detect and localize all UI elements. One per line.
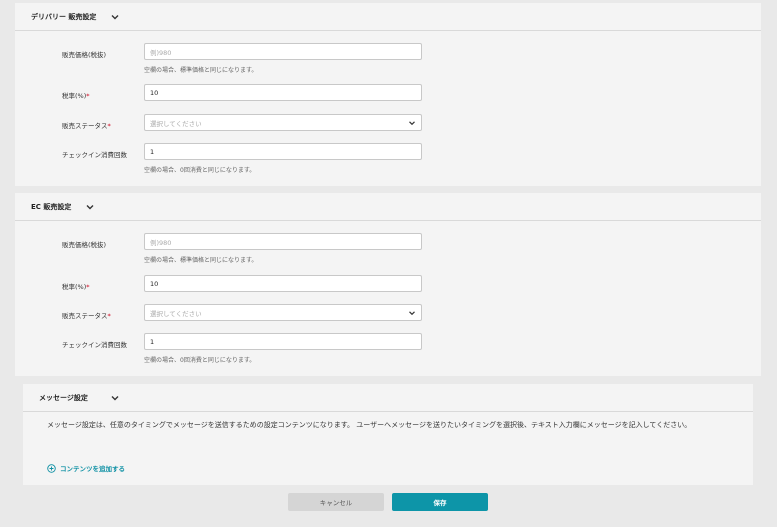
delivery-checkin-label: チェックイン消費回数 — [62, 151, 127, 159]
delivery-status-label: 販売ステータス* — [62, 122, 111, 130]
message-settings-title: メッセージ設定 — [39, 393, 88, 402]
ec-price-hint: 空欄の場合、標準価格と同じになります。 — [144, 257, 258, 264]
add-content-label: コンテンツを追加する — [60, 465, 125, 473]
chevron-down-icon — [408, 119, 416, 127]
delivery-price-hint: 空欄の場合、標準価格と同じになります。 — [144, 67, 258, 74]
required-mark: * — [107, 312, 111, 320]
required-mark: * — [86, 283, 90, 291]
bottom-bar — [0, 519, 777, 527]
delivery-status-placeholder: 選択してください — [150, 119, 202, 128]
cancel-button[interactable]: キャンセル — [288, 493, 384, 511]
delivery-checkin-input[interactable]: 1 — [144, 143, 422, 160]
message-settings-panel: メッセージ設定 メッセージ設定は、任意のタイミングでメッセージを送信するための設… — [23, 384, 753, 485]
ec-checkin-hint: 空欄の場合、0回消費と同じになります。 — [144, 357, 256, 364]
save-button[interactable]: 保存 — [392, 493, 488, 511]
delivery-tax-input[interactable]: 10 — [144, 84, 422, 101]
ec-settings-title: EC 販売設定 — [31, 202, 72, 211]
delivery-price-input[interactable]: 例)980 — [144, 43, 422, 60]
required-mark: * — [107, 122, 111, 130]
delivery-price-label: 販売価格(税抜) — [62, 51, 107, 59]
delivery-tax-label: 税率(%)* — [62, 92, 90, 100]
ec-checkin-input[interactable]: 1 — [144, 333, 422, 350]
delivery-checkin-hint: 空欄の場合、0回消費と同じになります。 — [144, 167, 256, 174]
chevron-down-icon[interactable] — [110, 393, 120, 403]
delivery-settings-header[interactable]: デリバリー 販売設定 — [15, 3, 761, 31]
plus-circle-icon — [47, 463, 56, 473]
ec-checkin-label: チェックイン消費回数 — [62, 341, 127, 349]
ec-price-input[interactable]: 例)980 — [144, 233, 422, 250]
ec-settings-panel: EC 販売設定 販売価格(税抜) 例)980 空欄の場合、標準価格と同じになりま… — [15, 193, 761, 376]
delivery-status-select[interactable]: 選択してください — [144, 114, 422, 131]
chevron-down-icon[interactable] — [110, 12, 120, 22]
ec-status-placeholder: 選択してください — [150, 309, 202, 318]
ec-settings-header[interactable]: EC 販売設定 — [15, 193, 761, 221]
ec-tax-input[interactable]: 10 — [144, 275, 422, 292]
chevron-down-icon — [408, 309, 416, 317]
required-mark: * — [86, 92, 90, 100]
delivery-settings-title: デリバリー 販売設定 — [31, 12, 97, 21]
message-settings-header[interactable]: メッセージ設定 — [23, 384, 753, 412]
ec-status-label: 販売ステータス* — [62, 312, 111, 320]
delivery-settings-panel: デリバリー 販売設定 販売価格(税抜) 例)980 空欄の場合、標準価格と同じに… — [15, 3, 761, 186]
add-content-button[interactable]: コンテンツを追加する — [47, 463, 125, 473]
message-settings-description: メッセージ設定は、任意のタイミングでメッセージを送信するための設定コンテンツにな… — [47, 421, 692, 429]
ec-tax-label: 税率(%)* — [62, 283, 90, 291]
ec-price-label: 販売価格(税抜) — [62, 241, 107, 249]
chevron-down-icon[interactable] — [85, 202, 95, 212]
ec-status-select[interactable]: 選択してください — [144, 304, 422, 321]
